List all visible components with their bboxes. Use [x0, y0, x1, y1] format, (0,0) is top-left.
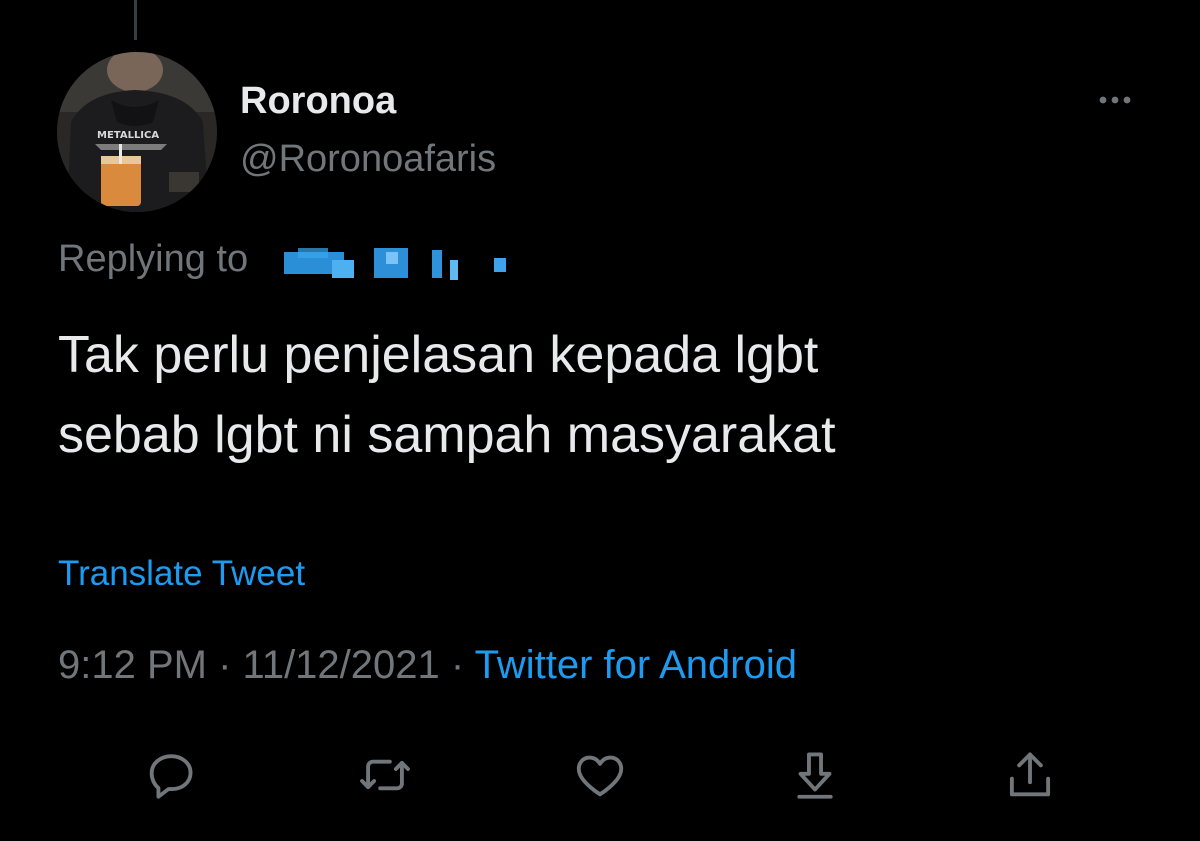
shirt-logo-text: METALLICA — [97, 130, 159, 141]
more-button[interactable] — [1090, 82, 1140, 118]
tweet-meta: 9:12 PM · 11/12/2021 · Twitter for Andro… — [58, 643, 797, 688]
thread-line — [134, 0, 137, 40]
tweet-time: 9:12 PM — [58, 643, 207, 687]
more-horizontal-icon — [1099, 96, 1131, 104]
reply-button[interactable] — [136, 740, 206, 810]
download-icon — [797, 752, 833, 799]
like-button[interactable] — [565, 740, 635, 810]
reply-icon — [149, 754, 193, 799]
avatar-image: METALLICA — [57, 52, 217, 212]
redacted-mention[interactable] — [254, 236, 524, 282]
tweet-date: 11/12/2021 — [242, 643, 440, 687]
meta-separator: · — [450, 643, 465, 687]
replying-to: Replying to — [58, 236, 524, 282]
like-icon — [576, 755, 624, 797]
meta-separator: · — [218, 643, 232, 687]
avatar[interactable]: METALLICA — [57, 52, 217, 212]
action-bar — [0, 740, 1200, 810]
user-handle[interactable]: @Roronoafaris — [240, 138, 496, 181]
retweet-icon — [360, 759, 410, 791]
download-button[interactable] — [780, 740, 850, 810]
tweet-text: Tak perlu penjelasan kepada lgbt sebab l… — [58, 326, 836, 464]
retweet-button[interactable] — [350, 740, 420, 810]
replying-label: Replying to — [58, 237, 249, 280]
share-button[interactable] — [995, 740, 1065, 810]
translate-tweet-link[interactable]: Translate Tweet — [58, 554, 305, 594]
tweet-source-link[interactable]: Twitter for Android — [475, 643, 797, 687]
display-name[interactable]: Roronoa — [240, 80, 396, 123]
share-icon — [1009, 752, 1051, 797]
